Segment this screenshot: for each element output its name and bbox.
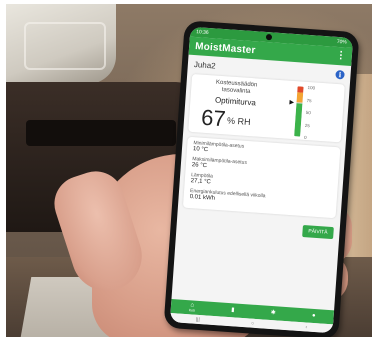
status-time: 10:36 xyxy=(195,29,209,36)
overflow-menu-icon[interactable]: ⋮ xyxy=(335,50,346,62)
gauge-tick-label: 100 xyxy=(307,84,316,91)
settings-icon: ✱ xyxy=(270,309,276,317)
gauge-tick-label: 0 xyxy=(303,134,307,141)
nav-device[interactable]: ▮ xyxy=(231,307,235,313)
ceiling-lamp xyxy=(6,4,116,84)
readings-card: Minimilämpötila-asetus 10 °C Maksimilämp… xyxy=(182,136,341,219)
gauge-tick-label: 75 xyxy=(306,97,312,103)
recents-icon[interactable]: ||| xyxy=(196,316,200,322)
lamp-frame xyxy=(24,22,106,70)
gauge-orange-zone xyxy=(296,92,304,103)
humidity-gauge[interactable] xyxy=(294,86,304,137)
device-name[interactable]: Juha2 xyxy=(194,60,216,70)
device-icon: ▮ xyxy=(231,307,235,314)
home-button-icon[interactable]: ○ xyxy=(251,320,254,326)
status-battery: 70% xyxy=(336,38,348,46)
nav-home-label: Koti xyxy=(188,308,196,313)
nav-settings[interactable]: ✱ xyxy=(271,310,276,316)
gauge-level-fill xyxy=(294,102,303,137)
app-logo: MoistMaster xyxy=(194,40,256,56)
back-icon[interactable]: ‹ xyxy=(305,324,307,330)
nav-home[interactable]: ⌂ Koti xyxy=(189,302,196,312)
smartphone: 10:36 70% MoistMaster ⋮ Juha2 i Kosteuss… xyxy=(163,20,360,337)
console-slot xyxy=(26,120,176,146)
account-icon: ● xyxy=(311,312,316,320)
humidity-unit: % RH xyxy=(226,115,251,128)
photo-background: 10:36 70% MoistMaster ⋮ Juha2 i Kosteuss… xyxy=(6,4,372,337)
gauge-tick-label: 50 xyxy=(305,109,311,116)
phone-screen: 10:36 70% MoistMaster ⋮ Juha2 i Kosteuss… xyxy=(169,26,354,334)
nav-account[interactable]: ● xyxy=(312,313,316,319)
humidity-control-card: Kosteussäädön tasovalinta Optimiturva 67… xyxy=(188,73,345,143)
info-icon[interactable]: i xyxy=(335,69,345,80)
humidity-value: 67 xyxy=(200,104,227,132)
gauge-tick-label: 25 xyxy=(304,122,311,128)
update-button[interactable]: PÄIVITÄ xyxy=(301,224,334,240)
gauge-pointer-icon[interactable]: ▶ xyxy=(289,99,294,105)
